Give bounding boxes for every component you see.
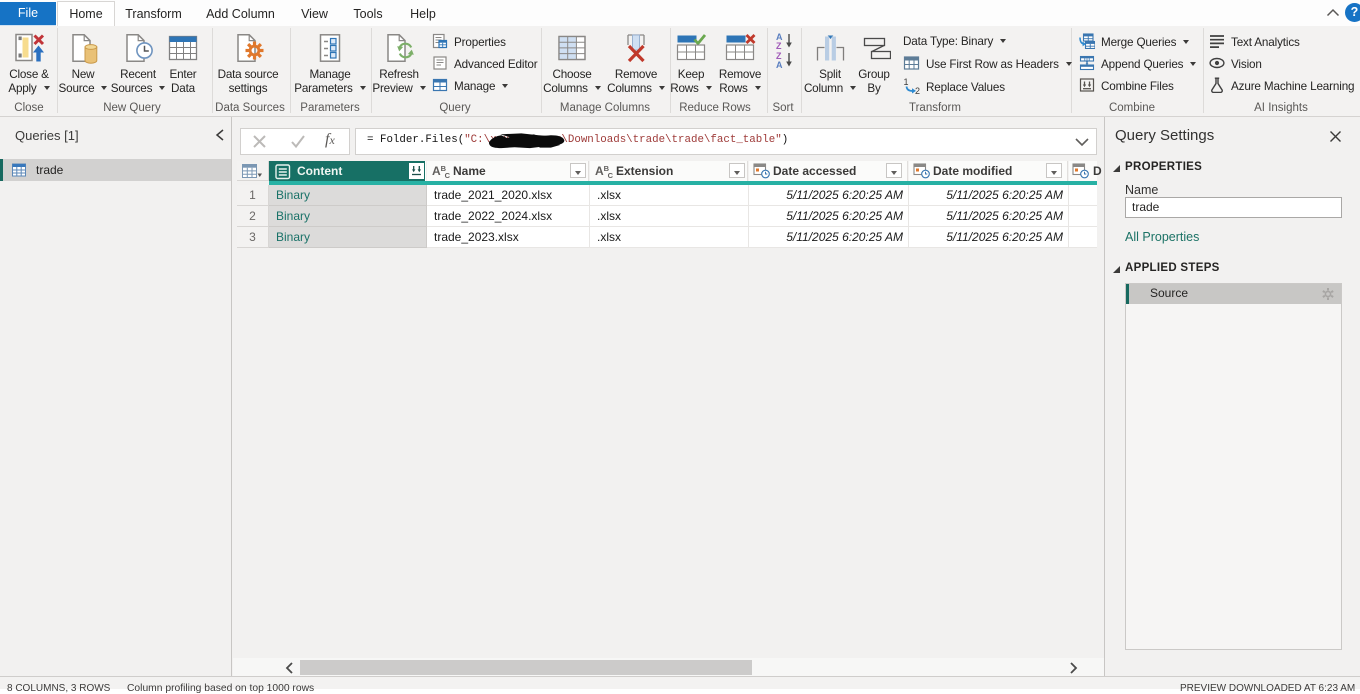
svg-text:2: 2	[915, 86, 920, 94]
svg-text:A: A	[776, 60, 783, 68]
svg-text:Z: Z	[776, 41, 782, 49]
svg-text:1: 1	[904, 77, 909, 87]
